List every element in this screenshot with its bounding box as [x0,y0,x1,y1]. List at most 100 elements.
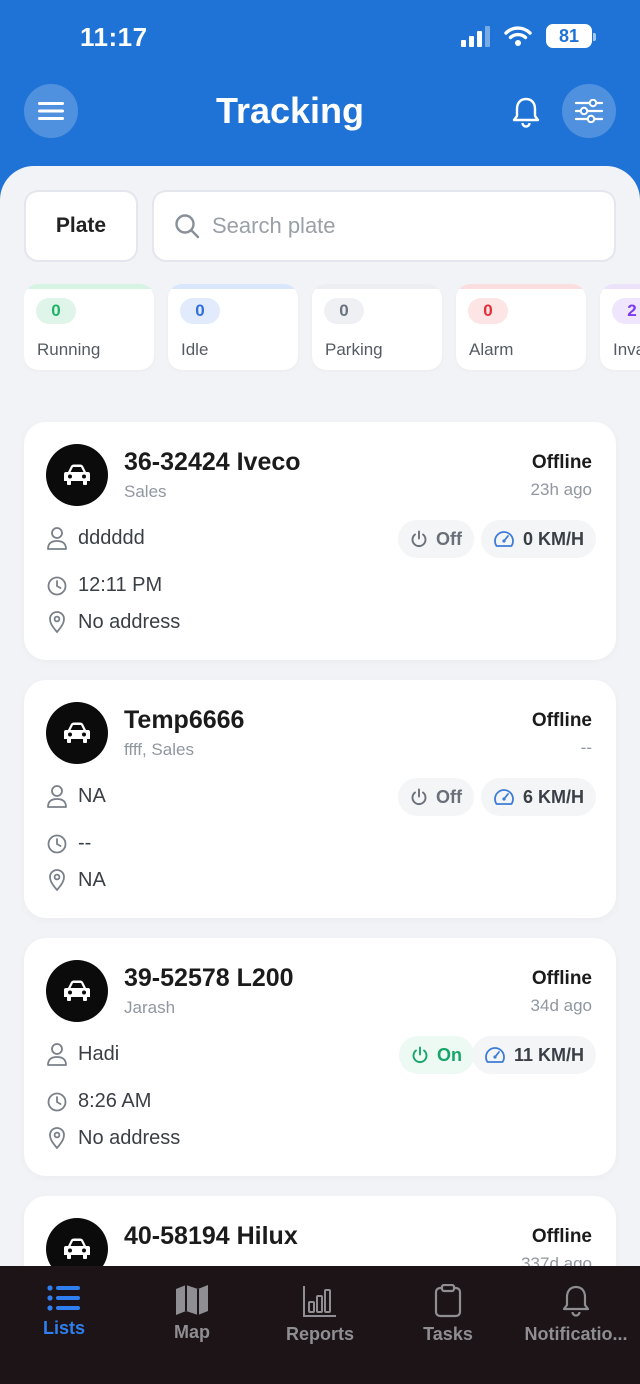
address-row: No address [46,1126,180,1150]
vehicle-card[interactable]: 39-52578 L200 Jarash Offline 34d ago Had… [24,938,616,1176]
tab-label: Tasks [423,1324,473,1344]
address: No address [78,1126,181,1149]
ignition-status: Off [436,786,462,807]
driver-row: NA [46,784,106,808]
last-update-time: 8:26 AM [78,1090,152,1112]
vehicle-plate: 39-52578 L200 [124,964,294,992]
vehicle-last-seen: 337d ago [521,1254,592,1266]
speed-value: 0 KM/H [522,528,584,549]
stat-count-parking: 0 [324,298,364,324]
vehicle-group: ffff, Sales [124,740,194,759]
vehicle-group: Sales [124,482,167,501]
location-pin-icon [49,1127,65,1149]
person-icon [47,527,67,550]
last-update-time: -- [78,832,92,854]
car-avatar [46,1218,108,1266]
tab-label: Notificatio... [524,1324,628,1344]
car-avatar [46,444,108,506]
battery-icon: 81 [546,24,596,48]
car-icon [64,464,90,485]
vehicle-card[interactable]: 40-58194 Hilux Offline 337d ago [24,1196,616,1266]
status-icons: 81 [461,24,596,48]
bell-icon [562,1285,590,1317]
plate-filter-button[interactable]: Plate [24,190,138,262]
vehicle-status: Offline [531,710,592,731]
vehicle-status: Offline [531,452,592,473]
vehicle-last-seen: 34d ago [530,996,592,1015]
tab-reports[interactable]: Reports [256,1266,384,1384]
location-pin-icon [49,611,65,633]
bell-icon [512,97,540,128]
vehicle-last-seen: 23h ago [530,480,592,499]
signal-icon [461,25,490,47]
stat-count-alarm: 0 [468,298,508,324]
clipboard-icon [434,1284,462,1318]
tab-notifications[interactable]: Notificatio... [512,1266,640,1384]
stat-card-invalid[interactable]: 2 Inva [600,284,640,370]
power-icon [412,1046,428,1064]
speedometer-icon [494,789,514,805]
power-icon [411,788,427,806]
tab-map[interactable]: Map [128,1266,256,1384]
speed-value: 6 KM/H [522,786,584,807]
stat-card-parking[interactable]: 0 Parking [312,284,442,370]
address-row: No address [46,610,180,634]
sliders-icon [575,99,603,123]
speedometer-icon [494,531,514,547]
tab-lists[interactable]: Lists [0,1266,128,1384]
search-box[interactable] [152,190,616,262]
car-icon [64,980,90,1001]
clock-icon [47,1092,67,1111]
app-header: Tracking [0,80,640,150]
car-avatar [46,702,108,764]
page-title: Tracking [215,90,365,131]
stat-card-idle[interactable]: 0 Idle [168,284,298,370]
stat-card-running[interactable]: 0 Running [24,284,154,370]
person-icon [47,785,67,808]
driver-row: dddddd [46,526,145,550]
ignition-status: Off [436,528,462,549]
stat-count-idle: 0 [180,298,220,324]
location-pin-icon [49,869,65,891]
clock-icon [47,834,67,853]
map-icon [176,1285,208,1315]
stat-card-alarm[interactable]: 0 Alarm [456,284,586,370]
notifications-button[interactable] [506,92,546,132]
ignition-status: On [437,1044,462,1065]
battery-level: 81 [558,25,580,46]
ignition-chip: Off [398,778,474,816]
car-icon [64,722,90,743]
car-icon [64,1238,90,1259]
content-sheet: Plate 0 Running 0 Idle 0 Parking 0 Alarm [0,166,640,1266]
speed-chip: 0 KM/H [480,520,596,558]
time-row: 8:26 AM [46,1090,151,1113]
address: NA [78,868,106,891]
vehicle-plate: Temp6666 [124,706,245,734]
tab-label: Reports [285,1324,354,1344]
status-bar: 11:17 81 [0,0,640,78]
speed-value: 11 KM/H [513,1044,584,1065]
vehicle-card[interactable]: Temp6666 ffff, Sales Offline -- NA Off 6… [24,680,616,918]
stat-label-idle: Idle [181,340,209,359]
driver-name: Hadi [78,1042,120,1065]
ignition-chip: Off [398,520,474,558]
search-input[interactable] [212,213,572,239]
stat-label-alarm: Alarm [469,340,514,359]
vehicle-group: Jarash [124,998,176,1017]
filter-settings-button[interactable] [562,84,616,138]
vehicle-plate: 36-32424 Iveco [124,448,301,476]
speed-chip: 6 KM/H [480,778,596,816]
driver-name: NA [78,784,106,807]
vehicle-status: Offline [531,968,592,989]
clock: 11:17 [80,22,148,52]
vehicle-card[interactable]: 36-32424 Iveco Sales Offline 23h ago ddd… [24,422,616,660]
driver-name: dddddd [78,526,145,549]
power-icon [411,530,427,548]
last-update-time: 12:11 PM [78,574,163,596]
time-row: -- [46,832,91,855]
ignition-chip: On [399,1036,474,1074]
address-row: NA [46,868,106,892]
tab-label: Map [174,1322,210,1342]
search-icon [175,214,200,239]
tab-tasks[interactable]: Tasks [384,1266,512,1384]
